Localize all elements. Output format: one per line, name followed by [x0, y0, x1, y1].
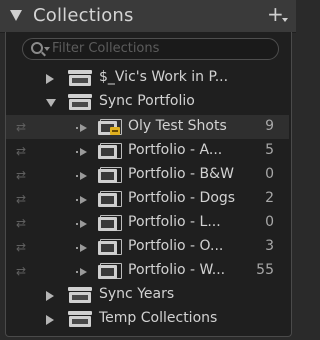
collection-count: 2 — [265, 190, 274, 206]
sync-icon[interactable]: ⇄ — [16, 216, 26, 230]
collection-icon — [98, 167, 122, 183]
disclosure-right-icon[interactable] — [76, 196, 87, 204]
disclosure-right-icon[interactable] — [76, 244, 87, 252]
search-input[interactable] — [52, 40, 267, 57]
collection-set-icon — [68, 70, 92, 86]
disclosure-right-icon[interactable] — [46, 291, 54, 301]
collection-row[interactable]: ⇄ Portfolio - O... 3 — [6, 235, 289, 259]
panel-collapse-icon[interactable] — [10, 10, 22, 21]
collection-set-row[interactable]: Sync Portfolio — [6, 90, 289, 114]
disclosure-right-icon[interactable] — [76, 124, 87, 132]
collection-icon — [98, 215, 122, 231]
collection-label: Oly Test Shots — [128, 118, 227, 134]
sync-icon[interactable]: ⇄ — [16, 240, 26, 254]
collection-count: 3 — [265, 238, 274, 254]
chevron-down-icon[interactable] — [282, 18, 288, 22]
collection-set-row[interactable]: Sync Years — [6, 283, 289, 307]
sync-icon[interactable]: ⇄ — [16, 120, 26, 134]
collection-row[interactable]: ⇄ Oly Test Shots 9 — [6, 115, 289, 139]
disclosure-right-icon[interactable] — [76, 268, 87, 276]
sync-icon[interactable]: ⇄ — [16, 144, 26, 158]
search-icon[interactable] — [31, 42, 43, 54]
collection-set-icon — [68, 311, 92, 327]
sync-icon[interactable]: ⇄ — [16, 192, 26, 206]
collection-set-icon — [68, 94, 92, 110]
disclosure-right-icon[interactable] — [76, 172, 87, 180]
collection-set-row[interactable]: $_Vic's Work in P... — [6, 66, 289, 90]
collection-set-label: Sync Portfolio — [99, 93, 195, 109]
collection-icon — [98, 191, 122, 207]
target-collection-badge-icon — [110, 127, 120, 135]
panel-title: Collections — [33, 5, 134, 26]
collection-count: 0 — [265, 166, 274, 182]
collection-count: 55 — [256, 262, 274, 278]
collection-row[interactable]: ⇄ Portfolio - L... 0 — [6, 211, 289, 235]
collection-label: Portfolio - B&W — [128, 166, 234, 182]
collection-set-icon — [68, 287, 92, 303]
disclosure-right-icon[interactable] — [76, 220, 87, 228]
collection-label: Portfolio - L... — [128, 214, 221, 230]
filter-collections-search[interactable] — [22, 38, 279, 60]
collection-icon — [98, 239, 122, 255]
collection-row[interactable]: ⇄ Portfolio - B&W 0 — [6, 163, 289, 187]
collection-count: 9 — [265, 118, 274, 134]
collection-label: Portfolio - W... — [128, 262, 226, 278]
sync-icon[interactable]: ⇄ — [16, 168, 26, 182]
disclosure-right-icon[interactable] — [46, 74, 54, 84]
disclosure-down-icon[interactable] — [46, 99, 56, 107]
collection-count: 0 — [265, 214, 274, 230]
collections-panel-header[interactable]: Collections + — [0, 0, 296, 33]
collection-icon — [98, 119, 122, 135]
collection-set-label: Sync Years — [99, 286, 175, 302]
collection-label: Portfolio - O... — [128, 238, 224, 254]
collection-row[interactable]: ⇄ Portfolio - Dogs 2 — [6, 187, 289, 211]
collection-label: Portfolio - A... — [128, 142, 223, 158]
collection-count: 5 — [265, 142, 274, 158]
collection-icon — [98, 263, 122, 279]
disclosure-right-icon[interactable] — [46, 315, 54, 325]
collection-set-row[interactable]: Temp Collections — [6, 307, 289, 331]
collection-set-label: $_Vic's Work in P... — [99, 69, 229, 85]
collection-label: Portfolio - Dogs — [128, 190, 236, 206]
collection-row[interactable]: ⇄ Portfolio - A... 5 — [6, 139, 289, 163]
collection-icon — [98, 143, 122, 159]
collection-row[interactable]: ⇄ Portfolio - W... 55 — [6, 259, 289, 283]
chevron-down-icon[interactable] — [44, 47, 50, 51]
collection-set-label: Temp Collections — [99, 310, 218, 326]
sync-icon[interactable]: ⇄ — [16, 264, 26, 278]
disclosure-right-icon[interactable] — [76, 148, 87, 156]
